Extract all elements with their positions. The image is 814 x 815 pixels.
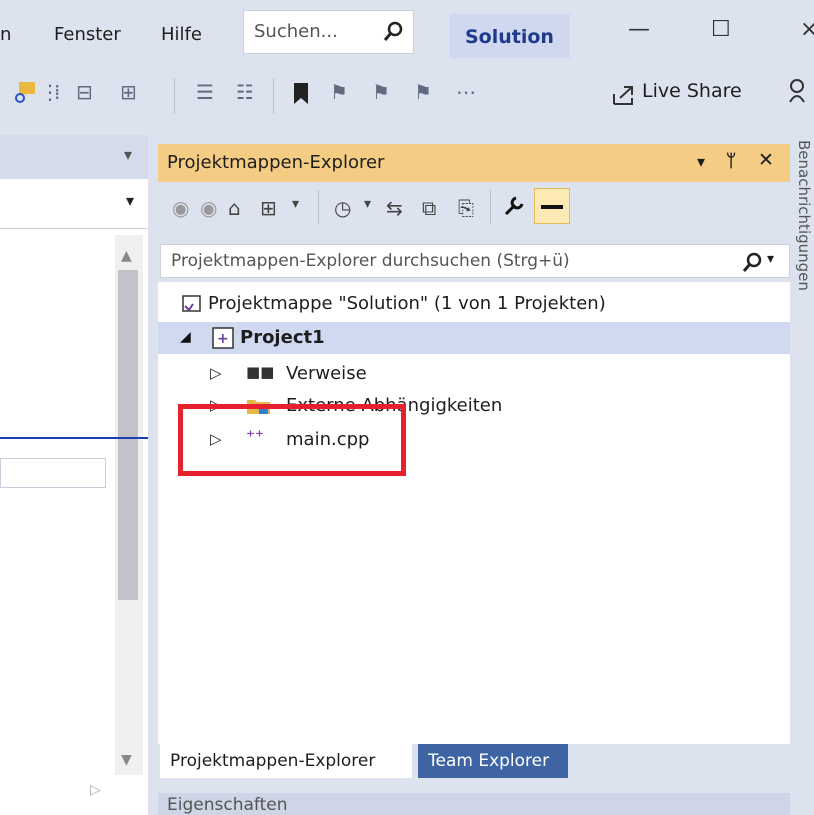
toolbar-separator: [490, 190, 491, 224]
back-icon[interactable]: ◉: [172, 196, 189, 220]
maximize-button[interactable]: ☐: [711, 17, 731, 42]
solution-explorer-toolbar: [158, 182, 790, 232]
forward-icon[interactable]: ◉: [200, 196, 217, 220]
tab-team-explorer[interactable]: Team Explorer: [418, 744, 568, 778]
tab-solution-explorer[interactable]: Projektmappen-Explorer: [160, 744, 412, 778]
scroll-thumb[interactable]: [118, 270, 138, 600]
cpp-project-icon: +: [212, 327, 234, 349]
scroll-down-icon[interactable]: ▼: [121, 752, 132, 768]
chevron-down-icon[interactable]: ▾: [124, 145, 132, 164]
toolbar-separator: [174, 78, 175, 114]
toolbar-separator: [273, 78, 274, 114]
switch-views-icon[interactable]: ⊞: [260, 196, 277, 220]
tree-item-references[interactable]: ▷ ■■ Verweise: [158, 358, 790, 390]
svg-text:+: +: [217, 331, 229, 347]
properties-panel-header: Eigenschaften: [158, 793, 790, 815]
menu-item-partial[interactable]: n: [0, 24, 11, 45]
pin-icon[interactable]: ᛘ: [726, 151, 736, 171]
share-icon: [613, 86, 633, 105]
preview-toggle-button[interactable]: [534, 188, 570, 224]
comment-icon[interactable]: ☰: [196, 80, 214, 104]
tree-item-project[interactable]: ◢ + Project1: [158, 322, 790, 354]
solution-name-badge: Solution: [450, 14, 570, 58]
search-icon[interactable]: [382, 19, 406, 43]
menu-item-hilfe[interactable]: Hilfe: [161, 24, 202, 45]
show-all-files-icon[interactable]: ⎘: [458, 196, 474, 220]
solution-icon: [182, 295, 201, 312]
toolbar-separator: [318, 190, 319, 224]
search-icon[interactable]: [741, 251, 763, 273]
scroll-right-icon[interactable]: ▷: [90, 782, 101, 798]
pending-changes-icon[interactable]: ◷: [334, 196, 351, 220]
highlight-annotation-box: [178, 404, 406, 476]
chevron-down-icon[interactable]: ▾: [126, 191, 134, 210]
expand-arrow-icon[interactable]: ▷: [210, 364, 222, 382]
global-search-box[interactable]: Suchen...: [243, 10, 414, 54]
bookmark-icon[interactable]: [292, 82, 310, 106]
editor-pane-header: ▾: [0, 135, 148, 179]
live-share-button[interactable]: Live Share: [642, 80, 742, 102]
grip-icon: ⁞: [54, 80, 61, 104]
minimize-button[interactable]: —: [628, 17, 650, 42]
references-icon: ■■: [246, 363, 275, 381]
preview-icon: [541, 205, 563, 209]
scroll-up-icon[interactable]: ▲: [121, 248, 132, 264]
switch-views-dropdown-icon[interactable]: ▾: [292, 196, 299, 212]
wrench-icon[interactable]: [502, 194, 526, 218]
uncomment-icon[interactable]: ☷: [236, 80, 254, 104]
tree-item-solution[interactable]: Projektmappe "Solution" (1 von 1 Projekt…: [158, 288, 790, 320]
collapse-arrow-icon[interactable]: ◢: [180, 329, 191, 345]
clear-bookmarks-icon[interactable]: ⚑: [414, 80, 432, 104]
editor-input-field[interactable]: [0, 458, 106, 488]
find-in-files-icon[interactable]: [10, 78, 40, 108]
home-icon[interactable]: ⌂: [228, 196, 241, 220]
solution-explorer-search[interactable]: Projektmappen-Explorer durchsuchen (Strg…: [160, 244, 790, 278]
solution-explorer-header: Projektmappen-Explorer ▾ ᛘ ✕: [158, 144, 790, 182]
search-placeholder: Suchen...: [254, 21, 338, 42]
feedback-icon[interactable]: [788, 78, 814, 104]
close-panel-icon[interactable]: ✕: [758, 149, 774, 171]
chevron-down-icon[interactable]: ▾: [767, 251, 774, 267]
current-line-indicator: [0, 437, 148, 439]
pending-changes-dropdown-icon[interactable]: ▾: [364, 196, 371, 212]
toolbar-overflow-icon[interactable]: ⋯: [456, 80, 476, 104]
outdent-icon[interactable]: ⊞: [120, 80, 137, 104]
next-bookmark-icon[interactable]: ⚑: [372, 80, 390, 104]
collapse-all-icon[interactable]: ⧉: [422, 196, 436, 220]
navigation-dropdown[interactable]: ▾: [0, 179, 148, 229]
panel-dropdown-icon[interactable]: ▾: [697, 152, 705, 171]
prev-bookmark-icon[interactable]: ⚑: [330, 80, 348, 104]
sync-icon[interactable]: ⇆: [386, 196, 403, 220]
notifications-side-tab[interactable]: Benachrichtigungen: [795, 140, 813, 291]
indent-icon[interactable]: ⊟: [76, 80, 93, 104]
solution-tree: Projektmappe "Solution" (1 von 1 Projekt…: [158, 282, 790, 744]
menu-item-fenster[interactable]: Fenster: [54, 24, 121, 45]
close-window-button[interactable]: ×: [800, 17, 814, 42]
